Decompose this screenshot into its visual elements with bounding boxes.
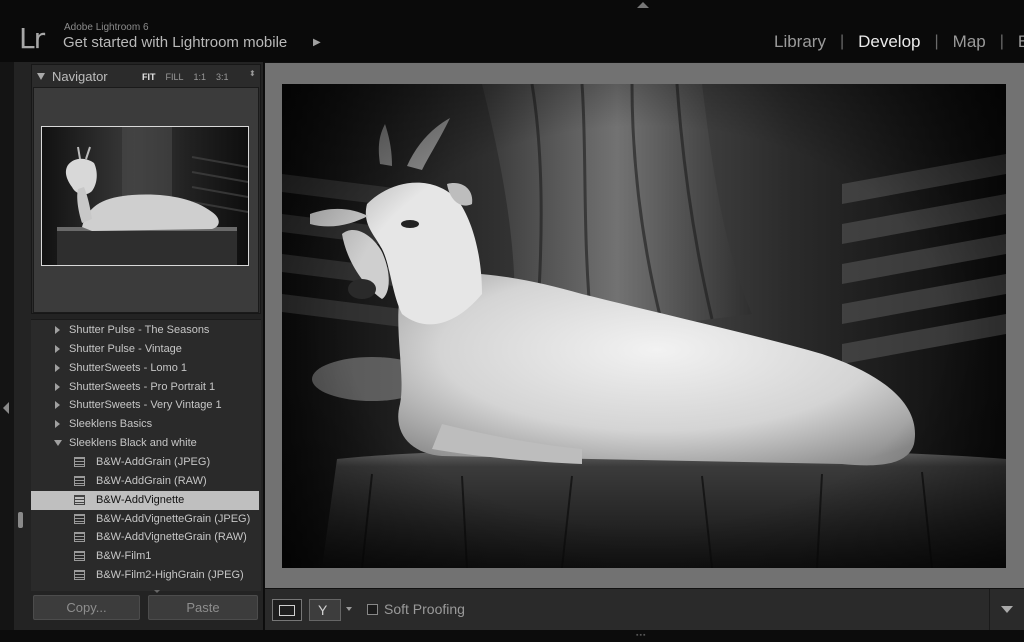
module-map[interactable]: Map bbox=[939, 32, 1000, 52]
develop-toolbar: Y Soft Proofing bbox=[265, 588, 1024, 630]
preset-folder-label: Sleeklens Black and white bbox=[69, 437, 197, 450]
scroll-down-icon[interactable] bbox=[154, 590, 160, 593]
app-version-label: Adobe Lightroom 6 bbox=[64, 22, 149, 33]
preset-icon bbox=[74, 475, 85, 486]
disclosure-closed-icon[interactable] bbox=[55, 382, 60, 391]
module-bo[interactable]: Bo bbox=[1004, 32, 1024, 52]
soft-proofing-checkbox[interactable] bbox=[367, 604, 378, 615]
module-picker: Library|Develop|Map|Bo bbox=[760, 32, 1024, 52]
zoom-option-1-1[interactable]: 1:1 bbox=[194, 72, 207, 82]
view-options-dropdown-icon[interactable] bbox=[346, 607, 352, 611]
loupe-view-icon bbox=[279, 605, 295, 616]
preset-folder[interactable]: ShutterSweets - Very Vintage 1 bbox=[31, 396, 259, 415]
lightroom-logo: Lr bbox=[19, 22, 45, 55]
preset-label: B&W-AddVignetteGrain (RAW) bbox=[96, 531, 247, 544]
zoom-option-fill[interactable]: FILL bbox=[166, 72, 184, 82]
preset-icon bbox=[74, 532, 85, 543]
collapse-triangle-icon[interactable] bbox=[37, 73, 45, 80]
preset-item[interactable]: B&W-AddVignetteGrain (JPEG) bbox=[31, 510, 259, 529]
preset-item[interactable]: B&W-AddGrain (JPEG) bbox=[31, 453, 259, 472]
goat-photo-image bbox=[282, 84, 1006, 568]
navigator-thumbnail[interactable] bbox=[41, 126, 249, 266]
navigator-header[interactable]: Navigator FIT FILL 1:1 3:1 ⬍ bbox=[32, 65, 260, 87]
before-after-view-button[interactable]: Y bbox=[309, 599, 341, 621]
preset-label: B&W-AddVignette bbox=[96, 493, 185, 506]
preset-folder[interactable]: Shutter Pulse - The Seasons bbox=[31, 321, 259, 340]
disclosure-closed-icon[interactable] bbox=[55, 401, 60, 410]
soft-proofing-label: Soft Proofing bbox=[384, 601, 465, 617]
main-photo[interactable] bbox=[282, 84, 1006, 568]
left-panel-scrollbar[interactable] bbox=[18, 512, 23, 528]
goat-thumbnail-image bbox=[42, 127, 248, 265]
identity-bar: Lr Adobe Lightroom 6 Get started with Li… bbox=[0, 0, 1024, 62]
preset-folder[interactable]: Shutter Pulse - Vintage bbox=[31, 340, 259, 359]
left-panel-edge[interactable] bbox=[0, 62, 14, 630]
preset-folder-label: ShutterSweets - Very Vintage 1 bbox=[69, 399, 222, 412]
zoom-option-fit[interactable]: FIT bbox=[142, 72, 156, 82]
play-arrow-icon[interactable]: ▶ bbox=[313, 37, 321, 48]
filmstrip-grip-icon[interactable]: ▪▪▪ bbox=[636, 632, 646, 639]
preset-icon bbox=[74, 570, 85, 581]
preset-folder-label: ShutterSweets - Lomo 1 bbox=[69, 361, 188, 374]
preset-item[interactable]: B&W-AddGrain (RAW) bbox=[31, 472, 259, 491]
preset-label: B&W-AddGrain (JPEG) bbox=[96, 455, 211, 468]
disclosure-open-icon[interactable] bbox=[54, 440, 62, 447]
preset-folder[interactable]: Sleeklens Basics bbox=[31, 415, 259, 434]
preset-icon bbox=[74, 456, 85, 467]
preset-icon bbox=[74, 513, 85, 524]
preset-item[interactable]: B&W-AddVignetteGrain (RAW) bbox=[31, 528, 259, 547]
preset-item[interactable]: B&W-Film2-HighGrain (JPEG) bbox=[31, 566, 259, 585]
preset-folder[interactable]: ShutterSweets - Lomo 1 bbox=[31, 359, 259, 378]
preset-icon bbox=[74, 494, 85, 505]
image-canvas bbox=[265, 62, 1024, 588]
disclosure-closed-icon[interactable] bbox=[55, 326, 60, 334]
navigator-preview-area[interactable] bbox=[33, 87, 259, 313]
preset-folder[interactable]: Sleeklens Black and white bbox=[31, 434, 259, 453]
lightroom-mobile-link[interactable]: Get started with Lightroom mobile bbox=[63, 34, 287, 51]
before-after-icon: Y bbox=[318, 602, 328, 618]
preset-label: B&W-Film1 bbox=[96, 550, 152, 563]
preset-folder-label: ShutterSweets - Pro Portrait 1 bbox=[69, 380, 216, 393]
chevron-down-icon[interactable] bbox=[1001, 606, 1013, 613]
preset-folder-label: Shutter Pulse - The Seasons bbox=[69, 324, 210, 336]
disclosure-closed-icon[interactable] bbox=[55, 363, 60, 372]
navigator-panel: Navigator FIT FILL 1:1 3:1 ⬍ bbox=[31, 64, 261, 314]
preset-item[interactable]: B&W-AddVignette bbox=[31, 490, 259, 510]
left-panel-collapse-icon[interactable] bbox=[3, 402, 9, 414]
preset-item[interactable]: B&W-Film1 bbox=[31, 547, 259, 566]
preset-label: B&W-Film2-HighGrain (JPEG) bbox=[96, 569, 244, 582]
preset-label: B&W-AddVignetteGrain (JPEG) bbox=[96, 512, 251, 525]
preset-folder-label: Sleeklens Basics bbox=[69, 418, 153, 431]
preset-icon bbox=[74, 551, 85, 562]
preset-label: B&W-AddGrain (RAW) bbox=[96, 474, 207, 487]
module-develop[interactable]: Develop bbox=[844, 32, 934, 52]
preset-folder[interactable]: ShutterSweets - Pro Portrait 1 bbox=[31, 378, 259, 397]
top-panel-collapse-icon[interactable] bbox=[637, 2, 649, 8]
toolbar-content-menu[interactable] bbox=[989, 589, 1024, 630]
filmstrip-edge[interactable]: ▪▪▪ bbox=[0, 630, 1024, 642]
copy-button[interactable]: Copy... bbox=[33, 595, 140, 620]
zoom-option-3-1[interactable]: 3:1 bbox=[216, 72, 229, 82]
left-panel: Navigator FIT FILL 1:1 3:1 ⬍ Shutter Pul… bbox=[14, 62, 264, 630]
navigator-zoom-options: FIT FILL 1:1 3:1 bbox=[142, 72, 239, 82]
zoom-stepper-icon[interactable]: ⬍ bbox=[249, 70, 256, 78]
navigator-title: Navigator bbox=[52, 69, 108, 84]
disclosure-closed-icon[interactable] bbox=[55, 420, 60, 429]
paste-button[interactable]: Paste bbox=[148, 595, 258, 620]
preset-folder-label: Shutter Pulse - Vintage bbox=[69, 342, 182, 355]
loupe-view-button[interactable] bbox=[272, 599, 302, 621]
presets-list: Shutter Pulse - The Seasons Shutter Pulse… bbox=[31, 319, 261, 591]
disclosure-closed-icon[interactable] bbox=[55, 344, 60, 353]
module-library[interactable]: Library bbox=[760, 32, 840, 52]
